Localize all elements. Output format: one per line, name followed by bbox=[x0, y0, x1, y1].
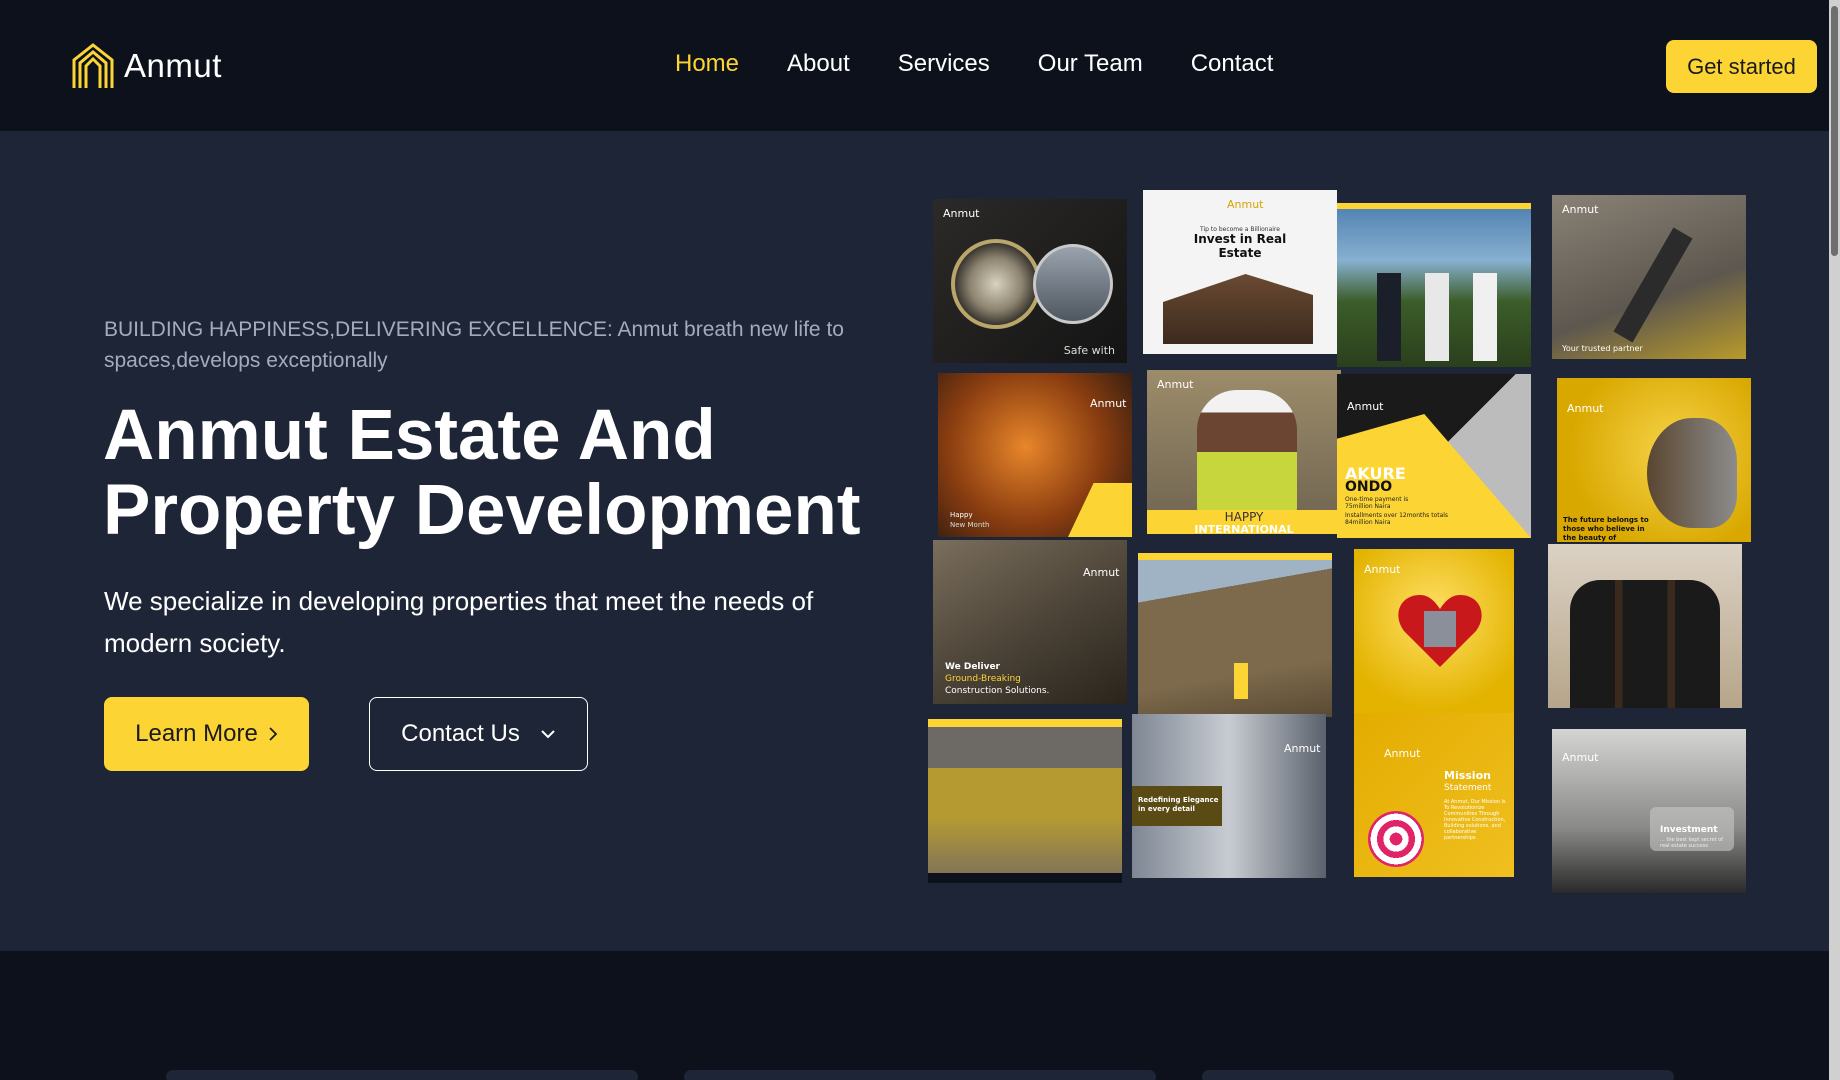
tile-caption-2: ONDO bbox=[1345, 479, 1393, 495]
tile-caption-2: Statement bbox=[1444, 783, 1492, 793]
tile-caption: Your trusted partner bbox=[1562, 344, 1643, 353]
tile-caption-3: One-time payment is 75million Naira bbox=[1345, 496, 1409, 510]
site-header: Anmut Home About Services Our Team Conta… bbox=[0, 0, 1840, 131]
tile-brand: Anmut bbox=[943, 207, 980, 220]
nav-about[interactable]: About bbox=[787, 50, 850, 78]
hero-description: We specialize in developing properties t… bbox=[104, 586, 814, 658]
card-preview bbox=[166, 1070, 638, 1080]
gallery-tile-engineer: Anmut HAPPY INTERNATIONAL bbox=[1147, 370, 1341, 534]
page-scrollbar[interactable] bbox=[1829, 0, 1840, 1080]
profile-image bbox=[1647, 418, 1737, 528]
heart-icon bbox=[1398, 595, 1482, 667]
chevron-down-icon bbox=[541, 730, 555, 739]
gallery-tile-heart: Anmut bbox=[1354, 549, 1514, 713]
tile-banner bbox=[1138, 553, 1332, 560]
logo-arch-icon bbox=[72, 43, 114, 88]
logo[interactable]: Anmut bbox=[70, 42, 222, 90]
tile-caption: Happy bbox=[950, 511, 973, 519]
tile-banner bbox=[928, 719, 1122, 727]
tile-brand: Anmut bbox=[1284, 742, 1321, 755]
tile-yellow-accent bbox=[1068, 483, 1132, 537]
tile-caption-3: Construction Solutions. bbox=[945, 686, 1050, 696]
tile-bottom-bar bbox=[928, 873, 1122, 883]
gallery-tile-quarry: Anmut Your trusted partner bbox=[1552, 195, 1746, 359]
tile-brand: Anmut bbox=[1562, 751, 1599, 764]
card-preview bbox=[684, 1070, 1156, 1080]
contact-us-label: Contact Us bbox=[401, 720, 520, 747]
gallery-tile-workers bbox=[1138, 553, 1332, 717]
tile-caption: Mission bbox=[1444, 769, 1491, 782]
gallery-tile-mission: Anmut Mission Statement At Anmut, Our Mi… bbox=[1354, 713, 1514, 877]
tile-brand: Anmut bbox=[1567, 402, 1604, 415]
tile-caption: Safe with bbox=[1063, 344, 1115, 357]
gallery-tile-akure: Anmut AKURE ONDO One-time payment is 75m… bbox=[1337, 374, 1531, 538]
nav-our-team[interactable]: Our Team bbox=[1038, 50, 1143, 78]
gallery-tile-elegance: Anmut Redefining Elegance in every detai… bbox=[1132, 714, 1326, 878]
gallery-tile-future: Anmut The future belongs to those who be… bbox=[1557, 378, 1751, 542]
main-nav: Home About Services Our Team Contact bbox=[675, 50, 1321, 78]
nav-contact[interactable]: Contact bbox=[1191, 50, 1274, 78]
tile-caption-4: Installments over 12months totals 84mill… bbox=[1345, 512, 1449, 526]
tile-brand: Anmut bbox=[1227, 198, 1264, 211]
tile-brand: Anmut bbox=[1347, 400, 1384, 413]
gallery-tile-crusher: Anmut We Deliver Ground-Breaking Constru… bbox=[933, 540, 1127, 704]
card-preview bbox=[1202, 1070, 1674, 1080]
tile-caption: The future belongs to those who believe … bbox=[1563, 516, 1649, 542]
gallery-tile-kitchen: Anmut Investment ... the best kept secre… bbox=[1552, 729, 1746, 893]
tile-caption-2: Ground-Breaking bbox=[945, 674, 1021, 684]
tile-caption-2: New Month bbox=[950, 521, 990, 529]
hero-title: Anmut Estate And Property Development bbox=[103, 396, 861, 550]
engineer-image bbox=[1197, 390, 1297, 514]
tile-caption: Redefining Elegance in every detail bbox=[1138, 796, 1219, 813]
gallery-tile-team bbox=[1548, 544, 1742, 708]
tile-brand: Anmut bbox=[1090, 397, 1127, 410]
people-image bbox=[1377, 273, 1497, 361]
chevron-right-icon bbox=[269, 727, 278, 741]
tile-caption-2: INTERNATIONAL bbox=[1194, 523, 1294, 534]
gallery-tile-machinery bbox=[928, 719, 1122, 883]
gallery-tile-vault: Anmut Safe with bbox=[933, 199, 1127, 363]
team-image bbox=[1570, 580, 1720, 708]
learn-more-button[interactable]: Learn More bbox=[104, 697, 309, 771]
conveyor-image bbox=[1613, 227, 1693, 343]
gallery-tile-site-visit bbox=[1337, 203, 1531, 367]
tile-brand: Anmut bbox=[1157, 378, 1194, 391]
tile-caption: HAPPY bbox=[1224, 510, 1264, 524]
vault-door-image bbox=[951, 239, 1041, 329]
tile-caption: We Deliver bbox=[945, 662, 1000, 672]
contact-us-button[interactable]: Contact Us bbox=[369, 697, 588, 771]
tile-caption-2: ... the best kept secret of real estate … bbox=[1660, 837, 1723, 849]
tile-brand: Anmut bbox=[1364, 563, 1401, 576]
logo-text: Anmut bbox=[124, 47, 222, 84]
tile-caption-3: At Anmut, Our Mission Is To Revolutioniz… bbox=[1444, 799, 1506, 841]
learn-more-label: Learn More bbox=[135, 720, 258, 747]
building-image bbox=[1033, 244, 1113, 324]
tile-brand: Anmut bbox=[1083, 566, 1120, 579]
gallery-tile-invest: Anmut Tip to become a Billionaire Invest… bbox=[1143, 190, 1337, 354]
tile-caption: Investment bbox=[1660, 825, 1718, 835]
scrollbar-thumb[interactable] bbox=[1831, 6, 1838, 256]
target-image bbox=[1368, 811, 1424, 867]
hero-tagline: BUILDING HAPPINESS,DELIVERING EXCELLENCE… bbox=[104, 318, 844, 372]
nav-home[interactable]: Home bbox=[675, 50, 739, 78]
tile-headline: Invest in Real Estate bbox=[1193, 232, 1287, 260]
tile-brand: Anmut bbox=[1384, 747, 1421, 760]
tile-brand: Anmut bbox=[1562, 203, 1599, 216]
worker-figure bbox=[1234, 663, 1248, 699]
get-started-button[interactable]: Get started bbox=[1666, 40, 1817, 93]
gallery-tile-gloves: Anmut Happy New Month bbox=[938, 373, 1132, 537]
next-section bbox=[0, 951, 1829, 1080]
tile-banner bbox=[1337, 203, 1531, 209]
house-image bbox=[1163, 274, 1313, 344]
nav-services[interactable]: Services bbox=[898, 50, 990, 78]
